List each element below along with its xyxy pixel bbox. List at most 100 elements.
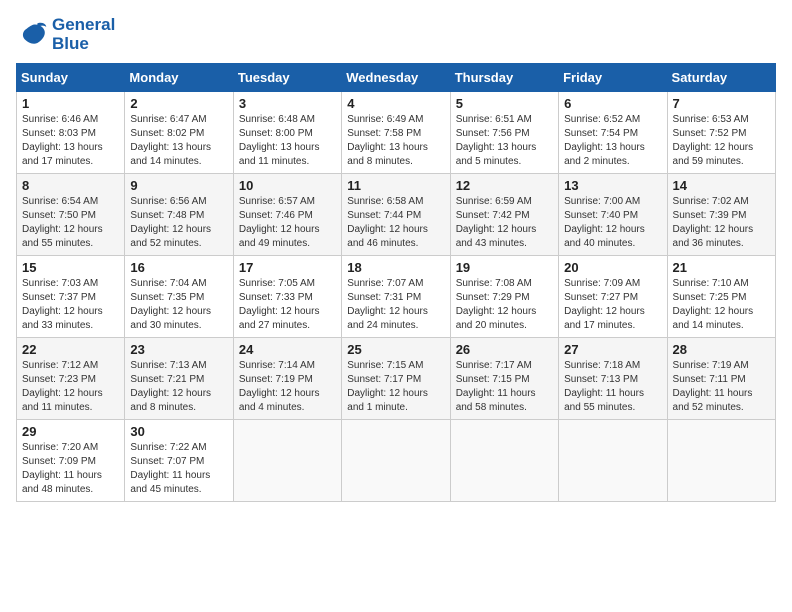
day-info: Sunrise: 6:48 AM Sunset: 8:00 PM Dayligh… bbox=[239, 113, 336, 169]
calendar-day-3: 3 Sunrise: 6:48 AM Sunset: 8:00 PM Daylig… bbox=[233, 92, 341, 174]
calendar-day-18: 18 Sunrise: 7:07 AM Sunset: 7:31 PM Dayli… bbox=[342, 256, 450, 338]
calendar-day-30: 30 Sunrise: 7:22 AM Sunset: 7:07 PM Dayli… bbox=[125, 420, 233, 502]
calendar-day-29: 29 Sunrise: 7:20 AM Sunset: 7:09 PM Dayli… bbox=[17, 420, 125, 502]
day-info: Sunrise: 6:59 AM Sunset: 7:42 PM Dayligh… bbox=[456, 195, 553, 251]
day-number: 24 bbox=[239, 342, 336, 357]
calendar-day-1: 1Sunrise: 6:46 AM Sunset: 8:03 PM Daylig… bbox=[17, 92, 125, 174]
day-info: Sunrise: 6:56 AM Sunset: 7:48 PM Dayligh… bbox=[130, 195, 227, 251]
logo-icon bbox=[16, 21, 48, 49]
day-info: Sunrise: 6:49 AM Sunset: 7:58 PM Dayligh… bbox=[347, 113, 444, 169]
calendar-day-4: 4 Sunrise: 6:49 AM Sunset: 7:58 PM Daylig… bbox=[342, 92, 450, 174]
calendar-day-28: 28 Sunrise: 7:19 AM Sunset: 7:11 PM Dayli… bbox=[667, 338, 775, 420]
day-number: 3 bbox=[239, 96, 336, 111]
logo-text-line2: Blue bbox=[52, 35, 115, 54]
day-number: 11 bbox=[347, 178, 444, 193]
calendar-day-8: 8 Sunrise: 6:54 AM Sunset: 7:50 PM Daylig… bbox=[17, 174, 125, 256]
calendar-day-24: 24Sunrise: 7:14 AM Sunset: 7:19 PM Dayli… bbox=[233, 338, 341, 420]
day-info: Sunrise: 7:03 AM Sunset: 7:37 PM Dayligh… bbox=[22, 277, 119, 333]
calendar-day-14: 14 Sunrise: 7:02 AM Sunset: 7:39 PM Dayli… bbox=[667, 174, 775, 256]
day-info: Sunrise: 6:53 AM Sunset: 7:52 PM Dayligh… bbox=[673, 113, 770, 169]
day-info: Sunrise: 7:20 AM Sunset: 7:09 PM Dayligh… bbox=[22, 441, 119, 497]
calendar-day-7: 7 Sunrise: 6:53 AM Sunset: 7:52 PM Daylig… bbox=[667, 92, 775, 174]
calendar-day-9: 9 Sunrise: 6:56 AM Sunset: 7:48 PM Daylig… bbox=[125, 174, 233, 256]
calendar-day-11: 11 Sunrise: 6:58 AM Sunset: 7:44 PM Dayli… bbox=[342, 174, 450, 256]
day-info: Sunrise: 7:15 AM Sunset: 7:17 PM Dayligh… bbox=[347, 359, 444, 415]
day-number: 16 bbox=[130, 260, 227, 275]
day-info: Sunrise: 7:22 AM Sunset: 7:07 PM Dayligh… bbox=[130, 441, 227, 497]
day-number: 8 bbox=[22, 178, 119, 193]
day-info: Sunrise: 7:10 AM Sunset: 7:25 PM Dayligh… bbox=[673, 277, 770, 333]
day-number: 25 bbox=[347, 342, 444, 357]
day-number: 2 bbox=[130, 96, 227, 111]
day-number: 9 bbox=[130, 178, 227, 193]
calendar-week-2: 8 Sunrise: 6:54 AM Sunset: 7:50 PM Daylig… bbox=[17, 174, 776, 256]
day-info: Sunrise: 7:08 AM Sunset: 7:29 PM Dayligh… bbox=[456, 277, 553, 333]
day-info: Sunrise: 6:57 AM Sunset: 7:46 PM Dayligh… bbox=[239, 195, 336, 251]
day-info: Sunrise: 7:18 AM Sunset: 7:13 PM Dayligh… bbox=[564, 359, 661, 415]
day-number: 23 bbox=[130, 342, 227, 357]
calendar-week-4: 22 Sunrise: 7:12 AM Sunset: 7:23 PM Dayli… bbox=[17, 338, 776, 420]
calendar-day-10: 10 Sunrise: 6:57 AM Sunset: 7:46 PM Dayli… bbox=[233, 174, 341, 256]
day-number: 21 bbox=[673, 260, 770, 275]
header-day-friday: Friday bbox=[559, 64, 667, 92]
calendar-day-26: 26 Sunrise: 7:17 AM Sunset: 7:15 PM Dayli… bbox=[450, 338, 558, 420]
calendar-day-27: 27 Sunrise: 7:18 AM Sunset: 7:13 PM Dayli… bbox=[559, 338, 667, 420]
calendar-table: SundayMondayTuesdayWednesdayThursdayFrid… bbox=[16, 63, 776, 502]
day-info: Sunrise: 7:04 AM Sunset: 7:35 PM Dayligh… bbox=[130, 277, 227, 333]
day-info: Sunrise: 6:52 AM Sunset: 7:54 PM Dayligh… bbox=[564, 113, 661, 169]
day-info: Sunrise: 6:47 AM Sunset: 8:02 PM Dayligh… bbox=[130, 113, 227, 169]
day-number: 27 bbox=[564, 342, 661, 357]
header-day-saturday: Saturday bbox=[667, 64, 775, 92]
day-number: 22 bbox=[22, 342, 119, 357]
day-number: 26 bbox=[456, 342, 553, 357]
day-number: 20 bbox=[564, 260, 661, 275]
calendar-day-6: 6 Sunrise: 6:52 AM Sunset: 7:54 PM Daylig… bbox=[559, 92, 667, 174]
day-info: Sunrise: 7:09 AM Sunset: 7:27 PM Dayligh… bbox=[564, 277, 661, 333]
calendar-day-19: 19 Sunrise: 7:08 AM Sunset: 7:29 PM Dayli… bbox=[450, 256, 558, 338]
day-info: Sunrise: 7:12 AM Sunset: 7:23 PM Dayligh… bbox=[22, 359, 119, 415]
page-header: General Blue bbox=[16, 16, 776, 53]
header-day-sunday: Sunday bbox=[17, 64, 125, 92]
day-info: Sunrise: 7:02 AM Sunset: 7:39 PM Dayligh… bbox=[673, 195, 770, 251]
day-number: 10 bbox=[239, 178, 336, 193]
calendar-day-21: 21 Sunrise: 7:10 AM Sunset: 7:25 PM Dayli… bbox=[667, 256, 775, 338]
day-number: 1 bbox=[22, 96, 119, 111]
header-day-thursday: Thursday bbox=[450, 64, 558, 92]
day-number: 28 bbox=[673, 342, 770, 357]
day-info: Sunrise: 6:54 AM Sunset: 7:50 PM Dayligh… bbox=[22, 195, 119, 251]
empty-cell bbox=[559, 420, 667, 502]
day-info: Sunrise: 7:05 AM Sunset: 7:33 PM Dayligh… bbox=[239, 277, 336, 333]
empty-cell bbox=[450, 420, 558, 502]
day-info: Sunrise: 7:17 AM Sunset: 7:15 PM Dayligh… bbox=[456, 359, 553, 415]
day-number: 13 bbox=[564, 178, 661, 193]
header-day-tuesday: Tuesday bbox=[233, 64, 341, 92]
calendar-day-2: 2 Sunrise: 6:47 AM Sunset: 8:02 PM Daylig… bbox=[125, 92, 233, 174]
logo: General Blue bbox=[16, 16, 115, 53]
day-number: 19 bbox=[456, 260, 553, 275]
day-number: 6 bbox=[564, 96, 661, 111]
day-number: 4 bbox=[347, 96, 444, 111]
calendar-week-3: 15 Sunrise: 7:03 AM Sunset: 7:37 PM Dayli… bbox=[17, 256, 776, 338]
header-day-monday: Monday bbox=[125, 64, 233, 92]
empty-cell bbox=[342, 420, 450, 502]
day-number: 15 bbox=[22, 260, 119, 275]
day-number: 14 bbox=[673, 178, 770, 193]
day-number: 18 bbox=[347, 260, 444, 275]
day-info: Sunrise: 6:58 AM Sunset: 7:44 PM Dayligh… bbox=[347, 195, 444, 251]
calendar-day-17: 17Sunrise: 7:05 AM Sunset: 7:33 PM Dayli… bbox=[233, 256, 341, 338]
day-info: Sunrise: 7:00 AM Sunset: 7:40 PM Dayligh… bbox=[564, 195, 661, 251]
logo-text-line1: General bbox=[52, 16, 115, 35]
day-number: 29 bbox=[22, 424, 119, 439]
day-info: Sunrise: 7:13 AM Sunset: 7:21 PM Dayligh… bbox=[130, 359, 227, 415]
calendar-day-16: 16 Sunrise: 7:04 AM Sunset: 7:35 PM Dayli… bbox=[125, 256, 233, 338]
calendar-day-25: 25 Sunrise: 7:15 AM Sunset: 7:17 PM Dayli… bbox=[342, 338, 450, 420]
day-number: 5 bbox=[456, 96, 553, 111]
calendar-day-15: 15 Sunrise: 7:03 AM Sunset: 7:37 PM Dayli… bbox=[17, 256, 125, 338]
empty-cell bbox=[667, 420, 775, 502]
calendar-day-20: 20 Sunrise: 7:09 AM Sunset: 7:27 PM Dayli… bbox=[559, 256, 667, 338]
day-info: Sunrise: 7:19 AM Sunset: 7:11 PM Dayligh… bbox=[673, 359, 770, 415]
calendar-week-5: 29 Sunrise: 7:20 AM Sunset: 7:09 PM Dayli… bbox=[17, 420, 776, 502]
day-number: 7 bbox=[673, 96, 770, 111]
day-info: Sunrise: 7:07 AM Sunset: 7:31 PM Dayligh… bbox=[347, 277, 444, 333]
day-number: 30 bbox=[130, 424, 227, 439]
